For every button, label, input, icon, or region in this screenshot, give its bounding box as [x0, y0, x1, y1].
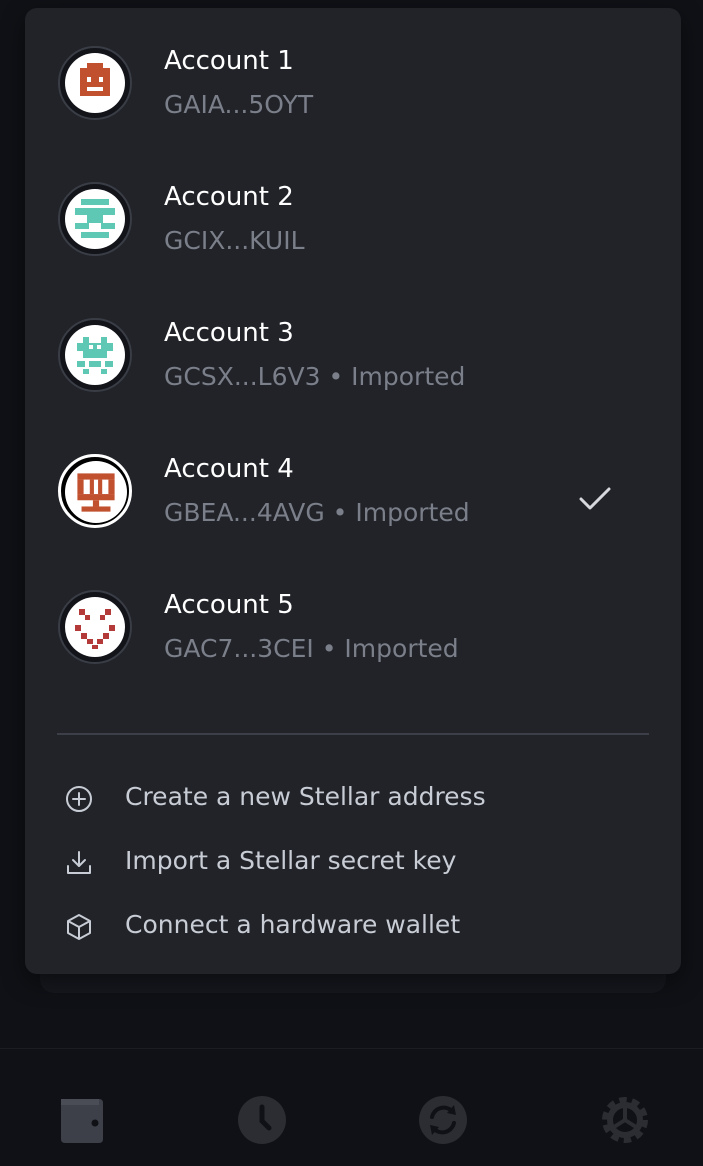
bottom-tab-bar: [0, 1048, 703, 1166]
menu-divider: [57, 733, 649, 735]
import-secret-key-button[interactable]: Import a Stellar secret key: [25, 834, 681, 892]
account-row-5[interactable]: Account 5 GAC7...3CEI • Imported: [25, 552, 681, 672]
import-secret-key-label: Import a Stellar secret key: [125, 846, 457, 875]
checkmark-icon: [579, 487, 611, 510]
create-address-label: Create a new Stellar address: [125, 782, 486, 811]
account-address: GCIX...KUIL: [164, 226, 305, 255]
imported-tag: • Imported: [321, 634, 459, 663]
account-avatar: [58, 182, 132, 256]
wallet-icon[interactable]: [55, 1093, 109, 1147]
download-icon: [67, 851, 91, 874]
account-avatar: [58, 454, 132, 528]
account-name: Account 5: [164, 590, 294, 620]
account-name: Account 2: [164, 182, 294, 212]
plus-circle-icon: [66, 786, 92, 812]
imported-tag: • Imported: [328, 362, 466, 391]
swap-icon[interactable]: [416, 1093, 470, 1147]
create-address-button[interactable]: Create a new Stellar address: [25, 770, 681, 828]
account-address: GAC7...3CEI • Imported: [164, 634, 459, 663]
glyph-identicon: [77, 473, 115, 512]
account-avatar: [58, 590, 132, 664]
account-row-3[interactable]: Account 3 GCSX...L6V3 • Imported: [25, 280, 681, 400]
imported-tag: • Imported: [332, 498, 470, 527]
smile-identicon: [75, 609, 115, 649]
account-address: GCSX...L6V3 • Imported: [164, 362, 466, 391]
account-name: Account 3: [164, 318, 294, 348]
cube-icon: [67, 914, 91, 940]
history-icon[interactable]: [235, 1093, 289, 1147]
account-switcher-screen: Account 1 GAIA...5OYT Account 2 GCIX...K…: [0, 0, 703, 1166]
settings-icon[interactable]: [598, 1093, 652, 1147]
connect-hardware-wallet-label: Connect a hardware wallet: [125, 910, 461, 939]
account-name: Account 1: [164, 46, 294, 76]
bars-identicon: [75, 199, 115, 238]
account-row-2[interactable]: Account 2 GCIX...KUIL: [25, 144, 681, 264]
account-row-1[interactable]: Account 1 GAIA...5OYT: [25, 8, 681, 128]
account-row-4[interactable]: Account 4 GBEA...4AVG • Imported: [25, 416, 681, 536]
invader-identicon: [77, 337, 113, 374]
account-address: GAIA...5OYT: [164, 90, 314, 119]
connect-hardware-wallet-button[interactable]: Connect a hardware wallet: [25, 898, 681, 956]
account-address: GBEA...4AVG • Imported: [164, 498, 470, 527]
account-avatar: [58, 46, 132, 120]
account-name: Account 4: [164, 454, 294, 484]
account-avatar: [58, 318, 132, 392]
account-menu-popover: Account 1 GAIA...5OYT Account 2 GCIX...K…: [25, 8, 681, 974]
robot-face-identicon: [80, 63, 110, 96]
